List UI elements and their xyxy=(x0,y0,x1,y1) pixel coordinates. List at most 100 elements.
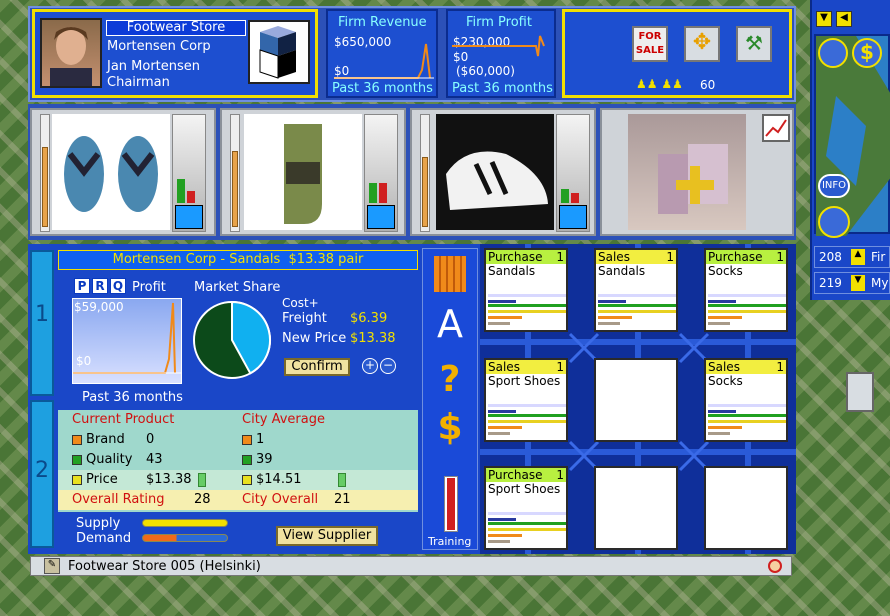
unit-slot[interactable]: Purchase 1 Socks xyxy=(704,248,788,332)
sandals-gauge xyxy=(40,114,50,232)
row-avg: 39 xyxy=(256,452,273,467)
unit-slot[interactable]: Sales 1 Sandals xyxy=(594,248,678,332)
row-value: 0 xyxy=(146,432,155,447)
question-icon[interactable]: ? xyxy=(432,360,468,400)
unit-line xyxy=(488,528,566,531)
chairman-avatar[interactable] xyxy=(40,18,102,88)
books-icon[interactable] xyxy=(434,256,466,292)
company-name: Mortensen Corp xyxy=(107,39,211,54)
profit-chart-period: Past 36 months xyxy=(82,390,183,405)
table-row: Price $13.38 $14.51 xyxy=(58,470,418,490)
unit-type: Sales xyxy=(488,360,520,374)
cost-label-1: Cost+ xyxy=(282,296,319,310)
arrow-left-icon[interactable]: ◀ xyxy=(836,11,852,27)
row-value: 43 xyxy=(146,452,163,467)
map-label-2: My xyxy=(871,276,889,290)
dollar-coin-icon[interactable]: $ xyxy=(852,38,882,68)
unit-line xyxy=(598,300,626,303)
new-price-label: New Price xyxy=(282,331,347,346)
building-icon[interactable] xyxy=(818,206,850,238)
cost-value: $6.39 xyxy=(350,311,388,326)
unit-line xyxy=(708,426,742,429)
unit-line xyxy=(488,410,516,413)
map-row-1[interactable]: 208 ▲ Fir xyxy=(814,246,890,268)
store-name: Footwear Store xyxy=(106,20,246,36)
unit-line xyxy=(598,322,620,325)
unit-line xyxy=(708,414,786,417)
swatch xyxy=(72,455,82,465)
build-man-icon[interactable]: ⚒ xyxy=(736,26,772,62)
add-product-image[interactable] xyxy=(628,114,746,230)
unit-line xyxy=(488,316,522,319)
unit-slot[interactable]: Sales 1 Sport Shoes xyxy=(484,358,568,442)
tab-r[interactable]: R xyxy=(92,278,108,294)
close-status-icon[interactable] xyxy=(768,559,782,573)
cost-label-2: Freight xyxy=(282,311,327,326)
unit-slot[interactable] xyxy=(704,466,788,550)
person-title: Chairman xyxy=(107,75,170,90)
sport-shoes-bars xyxy=(556,114,590,232)
for-sale-icon[interactable]: FOR SALE xyxy=(632,26,668,62)
overall-label: Overall Rating xyxy=(72,492,165,507)
tab-q[interactable]: Q xyxy=(110,278,126,294)
unit-line xyxy=(488,300,516,303)
unit-line xyxy=(488,432,510,435)
edit-name-icon[interactable]: ✎ xyxy=(44,558,60,574)
decrease-price-button[interactable]: − xyxy=(380,358,396,374)
unit-line xyxy=(598,316,632,319)
swatch xyxy=(72,435,82,445)
confirm-button[interactable]: Confirm xyxy=(284,358,350,376)
unit-slot[interactable] xyxy=(594,358,678,442)
market-share-pie[interactable] xyxy=(192,300,272,380)
profit-chart-top: $59,000 xyxy=(74,300,124,314)
tab-p[interactable]: P xyxy=(74,278,90,294)
unit-type: Sales xyxy=(598,250,630,264)
socks-bars xyxy=(364,114,398,232)
unit-level: 1 xyxy=(556,360,564,374)
table-row: Brand 0 1 xyxy=(58,430,418,450)
unit-slot[interactable]: Sales 1 Socks xyxy=(704,358,788,442)
training-label: Training xyxy=(428,535,472,548)
unit-line xyxy=(708,410,736,413)
unit-line xyxy=(488,518,516,521)
unit-slot[interactable]: Purchase 1 Sandals xyxy=(484,248,568,332)
map-label-1: Fir xyxy=(871,250,886,264)
trash-icon[interactable] xyxy=(846,372,874,412)
unit-line xyxy=(708,300,736,303)
sport-shoes-image xyxy=(436,114,554,230)
unit-type: Purchase xyxy=(708,250,763,264)
col-current-product: Current Product xyxy=(72,412,175,427)
view-supplier-button[interactable]: View Supplier xyxy=(276,526,378,546)
trend-chart-icon[interactable] xyxy=(762,114,790,142)
unit-line xyxy=(488,426,522,429)
move-arrows-icon[interactable]: ✥ xyxy=(684,26,720,62)
map-row-2[interactable]: 219 ▼ My xyxy=(814,272,890,294)
unit-slot[interactable]: Purchase 1 Sport Shoes xyxy=(484,466,568,550)
unit-line xyxy=(708,404,786,407)
col-city-average: City Average xyxy=(242,412,325,427)
arrow-up-icon[interactable]: ▲ xyxy=(851,249,865,265)
unit-line xyxy=(488,294,566,297)
unit-slot[interactable] xyxy=(594,466,678,550)
unit-line xyxy=(488,310,566,313)
unit-line xyxy=(598,294,676,297)
dollar-icon[interactable]: $ xyxy=(432,408,468,448)
info-button[interactable]: INFO xyxy=(818,174,850,198)
sandals-bars xyxy=(172,114,206,232)
unit-line xyxy=(708,420,786,423)
unit-line xyxy=(488,512,566,515)
supply-label: Supply xyxy=(76,516,121,531)
side-tab-1[interactable]: 1 xyxy=(30,250,54,396)
profit-label: Profit xyxy=(132,280,166,295)
side-tab-2[interactable]: 2 xyxy=(30,400,54,548)
compass-icon[interactable]: A xyxy=(430,304,470,348)
row-avg: 1 xyxy=(256,432,265,447)
map-value-2: 219 xyxy=(819,276,842,290)
company-logo[interactable] xyxy=(248,20,310,84)
socks-image xyxy=(244,114,362,230)
arrow-down-icon[interactable]: ▼ xyxy=(851,275,865,291)
increase-price-button[interactable]: + xyxy=(362,358,378,374)
unit-level: 1 xyxy=(556,468,564,482)
buildings-icon[interactable] xyxy=(818,38,848,68)
arrow-down-icon[interactable]: ▼ xyxy=(816,11,832,27)
